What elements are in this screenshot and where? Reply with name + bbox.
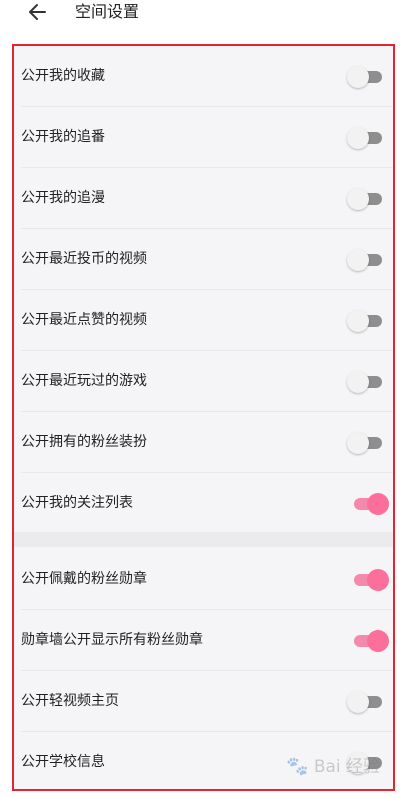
setting-row: 公开最近点赞的视频: [14, 290, 393, 351]
privacy-toggle[interactable]: [347, 127, 389, 149]
privacy-toggle[interactable]: [347, 432, 389, 454]
toggle-thumb: [347, 371, 369, 393]
setting-row: 公开佩戴的粉丝勋章: [14, 549, 393, 610]
privacy-toggle[interactable]: [347, 371, 389, 393]
toggle-thumb: [347, 66, 369, 88]
header-bar: 空间设置: [0, 0, 402, 28]
setting-label: 公开我的追番: [21, 129, 105, 145]
setting-row: 公开轻视频主页: [14, 671, 393, 732]
privacy-toggle[interactable]: [347, 630, 389, 652]
arrow-left-icon: [29, 4, 46, 20]
privacy-toggle[interactable]: [347, 249, 389, 271]
setting-label: 公开学校信息: [21, 754, 105, 770]
toggle-thumb: [347, 249, 369, 271]
privacy-toggle[interactable]: [347, 493, 389, 515]
toggle-thumb: [367, 569, 389, 591]
setting-label: 公开最近点赞的视频: [21, 312, 147, 328]
setting-label: 公开我的收藏: [21, 68, 105, 84]
setting-label: 勋章墙公开显示所有粉丝勋章: [21, 632, 203, 648]
setting-row: 公开我的追漫: [14, 168, 393, 229]
setting-row: 公开最近投币的视频: [14, 229, 393, 290]
setting-row: 公开我的关注列表: [14, 473, 393, 534]
toggle-thumb: [347, 691, 369, 713]
privacy-toggle[interactable]: [347, 691, 389, 713]
toggle-thumb: [347, 310, 369, 332]
toggle-thumb: [347, 188, 369, 210]
setting-label: 公开佩戴的粉丝勋章: [21, 571, 147, 587]
settings-panel: 公开我的收藏 公开我的追番 公开我的追漫 公开最近投币的视频 公开最近点赞的视频…: [12, 44, 395, 791]
setting-label: 公开拥有的粉丝装扮: [21, 434, 147, 450]
back-button[interactable]: [26, 0, 50, 24]
setting-row: 公开最近玩过的游戏: [14, 351, 393, 412]
setting-label: 公开轻视频主页: [21, 693, 119, 709]
setting-label: 公开我的关注列表: [21, 495, 133, 511]
privacy-toggle[interactable]: [347, 310, 389, 332]
section-gap: [14, 532, 393, 547]
toggle-thumb: [367, 630, 389, 652]
setting-label: 公开最近投币的视频: [21, 251, 147, 267]
toggle-thumb: [347, 127, 369, 149]
setting-row: 公开拥有的粉丝装扮: [14, 412, 393, 473]
paw-icon: 🐾: [286, 756, 309, 777]
setting-label: 公开我的追漫: [21, 190, 105, 206]
privacy-toggle[interactable]: [347, 66, 389, 88]
watermark: 🐾 Bai 经验: [286, 752, 380, 777]
setting-row: 公开我的追番: [14, 107, 393, 168]
setting-label: 公开最近玩过的游戏: [21, 373, 147, 389]
page-title: 空间设置: [75, 2, 140, 21]
privacy-toggle[interactable]: [347, 569, 389, 591]
toggle-thumb: [367, 493, 389, 515]
setting-row: 公开我的收藏: [14, 46, 393, 107]
watermark-text: Bai 经验: [313, 757, 381, 777]
privacy-toggle[interactable]: [347, 188, 389, 210]
toggle-thumb: [347, 432, 369, 454]
setting-row: 勋章墙公开显示所有粉丝勋章: [14, 610, 393, 671]
